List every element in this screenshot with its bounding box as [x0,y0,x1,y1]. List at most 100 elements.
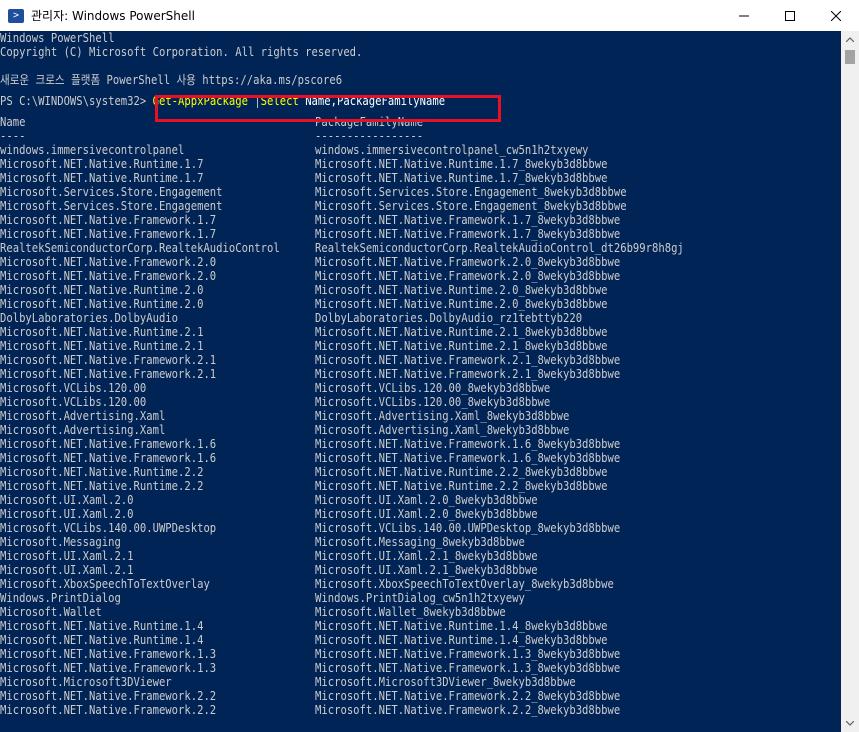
package-family-name: Microsoft.UI.Xaml.2.1_8wekyb3d8bbwe [315,563,538,577]
package-family-name: Microsoft.NET.Native.Runtime.1.4_8wekyb3… [315,633,608,647]
package-name: Microsoft.Services.Store.Engagement [0,185,223,199]
package-family-name: Microsoft.Wallet_8wekyb3d8bbwe [315,605,506,619]
package-name: Microsoft.NET.Native.Runtime.2.1 [0,339,204,353]
command-args: Name,PackageFamilyName [298,94,446,108]
command-name: Get-AppxPackage [152,94,248,108]
close-button[interactable] [813,0,859,31]
package-name: Microsoft.NET.Native.Framework.2.0 [0,269,217,283]
package-family-name: Microsoft.NET.Native.Runtime.2.2_8wekyb3… [315,479,608,493]
table-row: Microsoft.UI.Xaml.2.0 Microsoft.UI.Xaml.2… [0,493,740,507]
table-row: Windows.PrintDialog Windows.PrintDialog_c… [0,591,740,605]
table-row: Microsoft.NET.Native.Framework.2.1 Micros… [0,367,740,381]
package-family-name: Microsoft.XboxSpeechToTextOverlay_8wekyb… [315,577,614,591]
table-row: Microsoft.NET.Native.Framework.1.3 Micros… [0,647,740,661]
package-name: Microsoft.NET.Native.Runtime.2.0 [0,297,204,311]
window-title: 관리자: Windows PowerShell [31,9,195,23]
package-name: Microsoft.Messaging [0,535,121,549]
package-family-name: Microsoft.VCLibs.120.00_8wekyb3d8bbwe [315,381,551,395]
package-name: Microsoft.NET.Native.Framework.1.7 [0,227,217,241]
chevron-up-icon [846,37,854,42]
table-row: Microsoft.NET.Native.Framework.2.0 Micros… [0,255,740,269]
maximize-icon [785,10,795,21]
package-name: Microsoft.NET.Native.Framework.2.1 [0,353,217,367]
package-family-name: Microsoft.Messaging_8wekyb3d8bbwe [315,535,525,549]
table-row: Microsoft.Advertising.Xaml Microsoft.Adve… [0,423,740,437]
package-name: Microsoft.Wallet [0,605,102,619]
table-row: Microsoft.NET.Native.Runtime.2.0 Microsof… [0,283,740,297]
package-name: DolbyLaboratories.DolbyAudio [0,311,179,325]
table-row: Microsoft.VCLibs.120.00 Microsoft.VCLibs.… [0,395,740,409]
package-family-name: Microsoft.NET.Native.Framework.1.3_8weky… [315,647,621,661]
table-row: Microsoft.NET.Native.Runtime.1.4 Microsof… [0,619,740,633]
package-name: RealtekSemiconductorCorp.RealtekAudioCon… [0,241,280,255]
vertical-scrollbar[interactable] [841,31,859,732]
column-header-name: Name [0,115,26,129]
package-family-name: Microsoft.NET.Native.Framework.1.7_8weky… [315,213,621,227]
minimize-button[interactable] [721,0,767,31]
package-name: Microsoft.NET.Native.Framework.2.0 [0,255,217,269]
command-pipe: | [247,94,261,108]
package-family-name: Microsoft.NET.Native.Framework.1.6_8weky… [315,437,621,451]
package-name: Microsoft.NET.Native.Runtime.2.2 [0,479,204,493]
caption-buttons [721,0,859,31]
package-name: Microsoft.NET.Native.Runtime.2.1 [0,325,204,339]
powershell-icon: > [8,8,24,23]
table-row: Microsoft.Messaging Microsoft.Messaging_8… [0,535,740,549]
package-family-name: Microsoft.NET.Native.Runtime.2.0_8wekyb3… [315,297,608,311]
package-family-name: Microsoft.NET.Native.Framework.2.0_8weky… [315,269,621,283]
package-family-name: Microsoft.Microsoft3DViewer_8wekyb3d8bbw… [315,675,576,689]
scroll-up-button[interactable] [841,31,859,48]
package-name: Microsoft.UI.Xaml.2.1 [0,549,134,563]
console-output[interactable]: Windows PowerShell Copyright (C) Microso… [0,31,740,732]
package-name: Microsoft.UI.Xaml.2.0 [0,493,134,507]
package-name: Microsoft.NET.Native.Runtime.2.0 [0,283,204,297]
package-name: Microsoft.NET.Native.Runtime.1.7 [0,157,204,171]
title-bar[interactable]: > 관리자: Windows PowerShell [0,0,859,31]
table-row: Microsoft.Microsoft3DViewer Microsoft.Mic… [0,675,740,689]
table-row: Microsoft.NET.Native.Runtime.1.4 Microsof… [0,633,740,647]
package-family-name: Microsoft.NET.Native.Framework.1.7_8weky… [315,227,621,241]
table-row: RealtekSemiconductorCorp.RealtekAudioCon… [0,241,740,255]
package-name: Microsoft.Advertising.Xaml [0,409,166,423]
scroll-down-button[interactable] [841,715,859,732]
package-name: Microsoft.NET.Native.Framework.2.1 [0,367,217,381]
table-row: windows.immersivecontrolpanel windows.imm… [0,143,740,157]
package-name: Microsoft.Microsoft3DViewer [0,675,172,689]
header-line: Windows PowerShell [0,31,115,45]
maximize-button[interactable] [767,0,813,31]
table-row: Microsoft.XboxSpeechToTextOverlay Microso… [0,577,740,591]
minimize-icon [739,15,749,16]
table-row: Microsoft.NET.Native.Framework.2.2 Micros… [0,703,740,717]
table-row: Microsoft.NET.Native.Framework.2.2 Micros… [0,689,740,703]
package-name: Microsoft.Services.Store.Engagement [0,199,223,213]
package-name: Microsoft.NET.Native.Framework.2.2 [0,689,217,703]
package-name: Microsoft.NET.Native.Runtime.1.7 [0,171,204,185]
prompt-path: PS C:\WINDOWS\system32> [0,94,147,108]
package-family-name: Microsoft.VCLibs.140.00.UWPDesktop_8weky… [315,521,621,535]
package-family-name: Microsoft.VCLibs.120.00_8wekyb3d8bbwe [315,395,551,409]
package-family-name: Microsoft.Services.Store.Engagement_8wek… [315,199,627,213]
table-row: Microsoft.Services.Store.Engagement Micro… [0,185,740,199]
table-row: Microsoft.VCLibs.120.00 Microsoft.VCLibs.… [0,381,740,395]
package-family-name: Microsoft.NET.Native.Framework.1.3_8weky… [315,661,621,675]
package-name: windows.immersivecontrolpanel [0,143,185,157]
package-name: Microsoft.NET.Native.Framework.1.3 [0,661,217,675]
underline-name: ---- [0,129,26,143]
package-family-name: Microsoft.NET.Native.Runtime.2.2_8wekyb3… [315,465,608,479]
table-row: Microsoft.UI.Xaml.2.1 Microsoft.UI.Xaml.2… [0,549,740,563]
package-family-name: Microsoft.NET.Native.Framework.2.1_8weky… [315,353,621,367]
package-family-name: Microsoft.NET.Native.Runtime.2.0_8wekyb3… [315,283,608,297]
table-row: Microsoft.NET.Native.Runtime.2.0 Microsof… [0,297,740,311]
table-row: Microsoft.Services.Store.Engagement Micro… [0,199,740,213]
table-row: Microsoft.Wallet Microsoft.Wallet_8wekyb3… [0,605,740,619]
table-row: Microsoft.NET.Native.Runtime.1.7 Microsof… [0,171,740,185]
package-name: Microsoft.Advertising.Xaml [0,423,166,437]
table-row: Microsoft.NET.Native.Framework.1.6 Micros… [0,437,740,451]
package-name: Microsoft.XboxSpeechToTextOverlay [0,577,210,591]
scroll-thumb[interactable] [845,50,855,64]
package-name: Microsoft.NET.Native.Framework.1.6 [0,437,217,451]
package-family-name: Microsoft.NET.Native.Framework.2.0_8weky… [315,255,621,269]
package-name: Microsoft.NET.Native.Runtime.2.2 [0,465,204,479]
table-underline: ---- ----------------- [0,129,740,143]
